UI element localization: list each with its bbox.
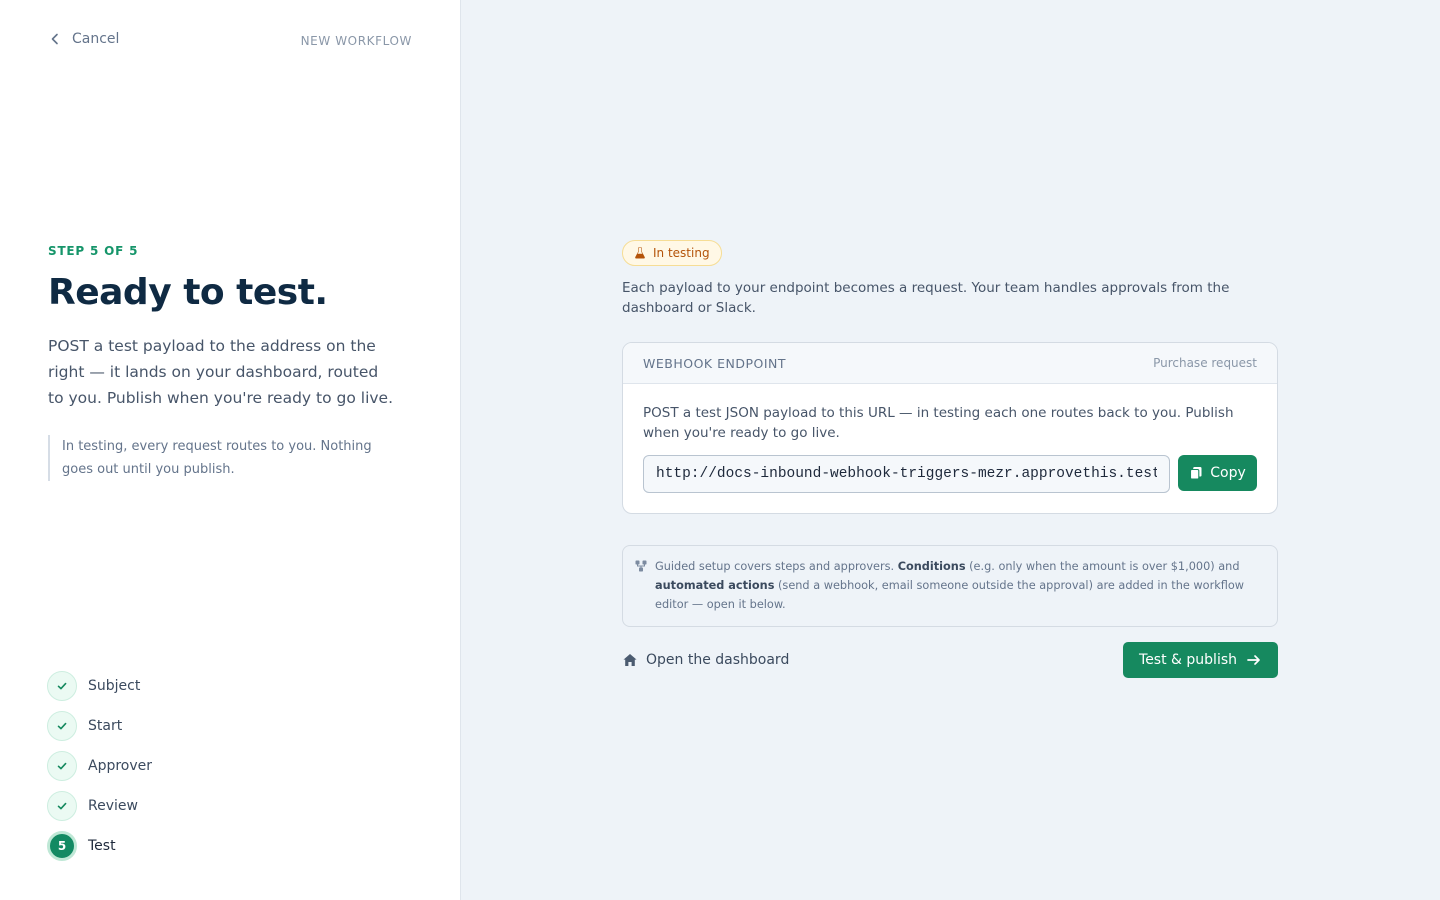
arrow-right-icon [1247,655,1260,665]
context-label: NEW WORKFLOW [300,34,412,48]
guided-setup-info: Guided setup covers steps and approvers.… [622,545,1278,627]
step-status [47,791,77,821]
step-list: Subject Start Approver Review 5 Test [47,671,152,871]
step-subject[interactable]: Subject [47,671,152,701]
step-status [47,711,77,741]
chevron-left-icon [51,33,58,45]
step-label: Subject [88,678,141,694]
webhook-url-field[interactable] [643,455,1170,493]
home-icon [623,654,637,666]
main-intro: Each payload to your endpoint becomes a … [622,280,1230,316]
step-label: Test [88,838,116,854]
info-text: Guided setup covers steps and approvers. [655,560,898,573]
info-text: (e.g. only when the amount is over $1,00… [965,560,1240,573]
top-bar: Cancel NEW WORKFLOW [48,31,412,53]
webhook-instructions: POST a test JSON payload to this URL — i… [643,405,1234,441]
cancel-button[interactable]: Cancel [48,31,119,47]
step-label: Review [88,798,138,814]
check-icon [57,682,67,690]
copy-button[interactable]: Copy [1178,455,1257,491]
flask-icon [635,247,645,259]
copy-icon [1190,467,1202,480]
check-icon [57,762,67,770]
step-label: Start [88,718,123,734]
webhook-card-body: POST a test JSON payload to this URL — i… [623,384,1277,513]
page-description: POST a test payload to the address on th… [48,337,394,407]
step-status [47,671,77,701]
step-start[interactable]: Start [47,711,152,741]
status-badge-label: In testing [653,246,710,260]
test-publish-button[interactable]: Test & publish [1123,642,1278,678]
page-title: Ready to test. [48,272,328,313]
step-approver[interactable]: Approver [47,751,152,781]
publish-label: Test & publish [1139,652,1237,668]
webhook-card-subtitle: Purchase request [1153,356,1257,370]
workflow-icon [635,560,647,572]
info-bold-conditions: Conditions [897,560,966,573]
webhook-card-header: WEBHOOK ENDPOINT Purchase request [623,343,1277,384]
action-row: Open the dashboard Test & publish [622,642,1278,678]
step-label: Approver [88,758,153,774]
step-number: 5 [47,831,77,861]
open-dashboard-label: Open the dashboard [646,652,790,668]
step-test[interactable]: 5 Test [47,831,152,861]
main-panel: In testing Each payload to your endpoint… [622,240,1278,678]
status-badge: In testing [622,240,722,266]
step-counter: STEP 5 OF 5 [48,244,139,258]
info-bold-actions: automated actions [655,579,775,592]
url-row: Copy [643,455,1257,493]
check-icon [57,722,67,730]
step-review[interactable]: Review [47,791,152,821]
testing-note: In testing, every request routes to you.… [48,435,398,481]
open-dashboard-link[interactable]: Open the dashboard [622,652,789,668]
webhook-card-title: WEBHOOK ENDPOINT [643,355,787,371]
webhook-card: WEBHOOK ENDPOINT Purchase request POST a… [622,342,1278,514]
step-status [47,751,77,781]
check-icon [57,802,67,810]
copy-label: Copy [1210,465,1246,481]
cancel-label: Cancel [72,31,120,47]
left-panel: Cancel NEW WORKFLOW STEP 5 OF 5 Ready to… [0,0,461,900]
